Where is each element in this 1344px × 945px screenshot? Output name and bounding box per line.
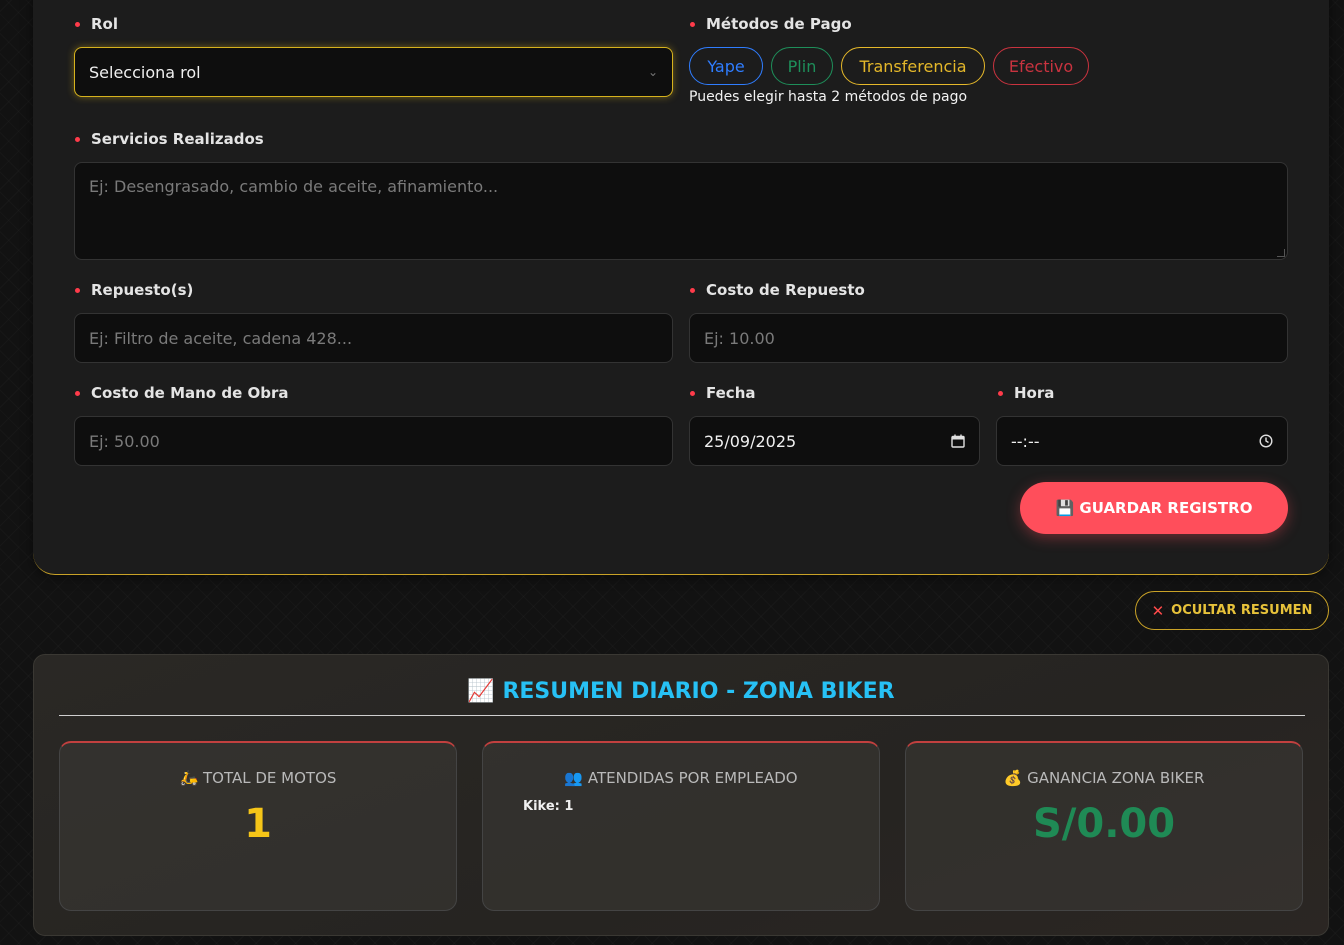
close-icon: ✕ [1151,601,1165,620]
pago-label: Métodos de Pago [690,15,852,33]
servicios-label: Servicios Realizados [75,130,264,148]
calendar-icon[interactable] [951,434,965,448]
stat-value: 1 [244,801,272,847]
required-dot [75,21,80,27]
stat-title: 💰 GANANCIA ZONA BIKER [1003,769,1205,787]
chevron-down-icon: ⌄ [647,65,658,79]
mano-obra-label: Costo de Mano de Obra [75,384,288,402]
stat-title: 🛵 TOTAL DE MOTOS [179,769,337,787]
pago-option-efectivo[interactable]: Efectivo [993,47,1089,85]
summary-panel: 📈 RESUMEN DIARIO - ZONA BIKER 🛵 TOTAL DE… [33,654,1329,936]
mano-obra-input[interactable]: Ej: 50.00 [74,416,673,466]
rol-label: Rol [75,15,118,33]
stat-value: S/0.00 [1032,801,1176,847]
hide-summary-label: OCULTAR RESUMEN [1171,603,1313,618]
fecha-value: 25/09/2025 [704,431,797,451]
stat-title: 👥 ATENDIDAS POR EMPLEADO [564,769,798,787]
save-button[interactable]: 💾 GUARDAR REGISTRO [1020,482,1288,534]
stat-card-por-empleado: 👥 ATENDIDAS POR EMPLEADO Kike: 1 [482,741,880,911]
rol-select-value: Selecciona rol [89,62,201,82]
stat-card-ganancia: 💰 GANANCIA ZONA BIKER S/0.00 [905,741,1303,911]
employee-row: Kike: 1 [523,799,573,814]
repuesto-label: Repuesto(s) [75,281,193,299]
required-dot [75,136,80,142]
required-dot [75,287,80,293]
stat-card-total-motos: 🛵 TOTAL DE MOTOS 1 [59,741,457,911]
required-dot [75,390,80,396]
required-dot [690,287,695,293]
resize-handle-icon[interactable] [1277,249,1285,257]
required-dot [690,390,695,396]
hora-input[interactable]: --:-- [996,416,1288,466]
hide-summary-button[interactable]: ✕ OCULTAR RESUMEN [1135,591,1329,630]
summary-title: 📈 RESUMEN DIARIO - ZONA BIKER [467,679,895,704]
fecha-input[interactable]: 25/09/2025 [689,416,980,466]
required-dot [690,21,695,27]
pago-option-yape[interactable]: Yape [689,47,763,85]
fecha-label: Fecha [690,384,756,402]
pago-option-plin[interactable]: Plin [771,47,833,85]
pago-option-transferencia[interactable]: Transferencia [841,47,985,85]
employee-name: Kike: [523,799,560,814]
employee-count: 1 [564,799,574,814]
repuesto-input[interactable]: Ej: Filtro de aceite, cadena 428... [74,313,673,363]
clock-icon[interactable] [1259,434,1273,448]
pago-hint: Puedes elegir hasta 2 métodos de pago [689,89,968,105]
hora-label: Hora [998,384,1054,402]
rol-select[interactable]: Selecciona rol ⌄ [74,47,673,97]
divider [59,715,1305,716]
hora-value: --:-- [1011,431,1040,451]
costo-repuesto-label: Costo de Repuesto [690,281,865,299]
servicios-placeholder: Ej: Desengrasado, cambio de aceite, afin… [89,177,499,196]
costo-repuesto-input[interactable]: Ej: 10.00 [689,313,1288,363]
required-dot [998,390,1003,396]
servicios-textarea[interactable]: Ej: Desengrasado, cambio de aceite, afin… [74,162,1288,260]
